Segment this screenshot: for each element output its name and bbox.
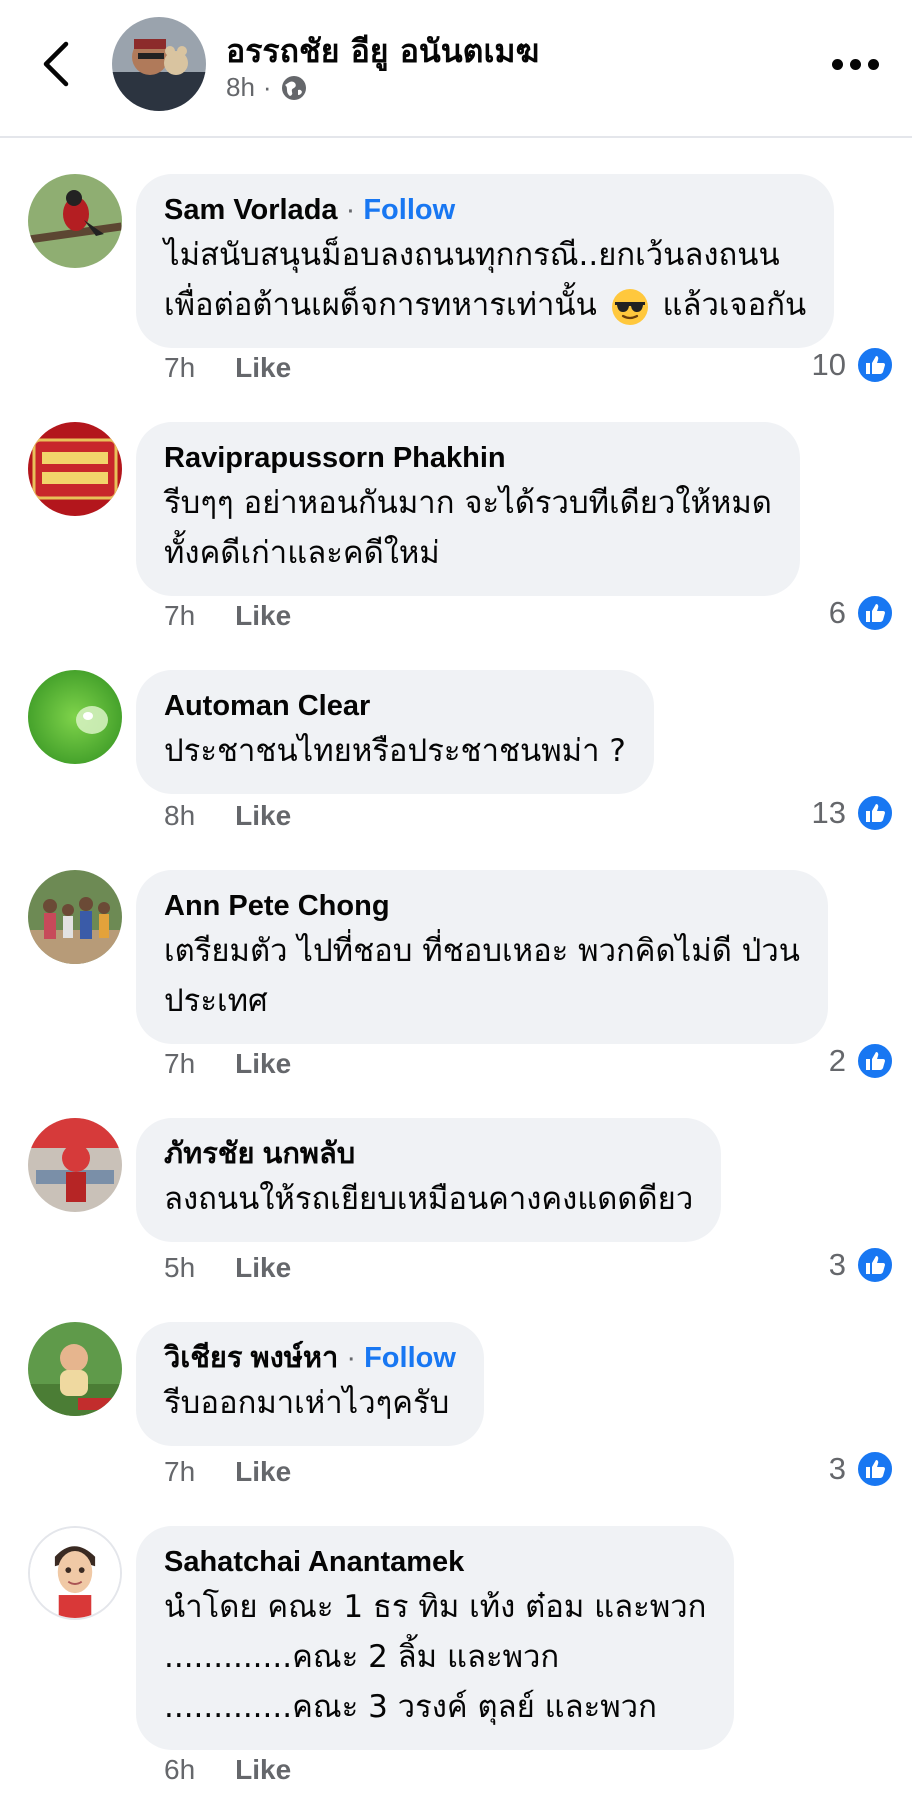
commenter-avatar[interactable] bbox=[28, 422, 122, 516]
thumbs-up-icon bbox=[856, 1042, 894, 1080]
follow-button[interactable]: Follow bbox=[364, 1342, 456, 1374]
comment-bubble[interactable]: Sahatchai Anantamek นำโดย คณะ 1 ธร ทิม เ… bbox=[136, 1526, 735, 1750]
comment-bubble[interactable]: Raviprapussorn Phakhin รีบๆๆ อย่าหอนกันม… bbox=[136, 422, 800, 596]
like-button[interactable]: Like bbox=[235, 1252, 291, 1284]
like-button[interactable]: Like bbox=[235, 352, 291, 384]
reaction-count[interactable]: 3 bbox=[829, 1246, 894, 1284]
comment-line: ประเทศ bbox=[164, 983, 268, 1019]
comment-line: รีบๆๆ อย่าหอนกันมาก จะได้รวบทีเดียวให้หม… bbox=[164, 485, 772, 521]
comment-time: 7h bbox=[164, 352, 196, 383]
thumbs-up-icon bbox=[856, 1450, 894, 1488]
commenter-name[interactable]: Sahatchai Anantamek bbox=[164, 1546, 464, 1578]
more-options-button[interactable] bbox=[832, 56, 882, 72]
comment-time: 7h bbox=[164, 600, 196, 631]
reaction-count[interactable]: 13 bbox=[812, 794, 894, 832]
thumbs-up-icon bbox=[856, 594, 894, 632]
commenter-avatar[interactable] bbox=[28, 1118, 122, 1212]
comment-line: เตรียมตัว ไปที่ชอบ ที่ชอบเหอะ พวกคิดไม่ด… bbox=[164, 933, 800, 969]
follow-button[interactable]: Follow bbox=[363, 194, 455, 226]
comment-bubble[interactable]: วิเชียร พงษ์หา · Follow รีบออกมาเห่าไวๆค… bbox=[136, 1322, 484, 1446]
like-button[interactable]: Like bbox=[235, 1048, 291, 1080]
commenter-avatar[interactable] bbox=[28, 670, 122, 764]
comment-bubble[interactable]: Ann Pete Chong เตรียมตัว ไปที่ชอบ ที่ชอบ… bbox=[136, 870, 828, 1044]
comment-line: เพื่อต่อต้านเผด็จการทหารเท่านั้น bbox=[164, 287, 597, 323]
like-button[interactable]: Like bbox=[235, 1456, 291, 1488]
sunglasses-emoji-icon bbox=[611, 288, 648, 325]
author-name[interactable]: อรรถชัย อียู อนันตเมฆ bbox=[226, 26, 539, 77]
comment-time: 7h bbox=[164, 1048, 196, 1079]
comment-line: แล้วเจอกัน bbox=[662, 287, 807, 323]
commenter-avatar[interactable] bbox=[28, 870, 122, 964]
post-meta: 8h · bbox=[226, 72, 308, 103]
commenter-avatar[interactable] bbox=[28, 1526, 122, 1620]
comment-time: 6h bbox=[164, 1754, 196, 1785]
comment-line: ทั้งคดีเก่าและคดีใหม่ bbox=[164, 535, 440, 571]
comment-bubble[interactable]: ภัทรชัย นกพลับ ลงถนนให้รถเยียบเหมือนคางค… bbox=[136, 1118, 722, 1242]
reaction-count[interactable]: 3 bbox=[829, 1450, 894, 1488]
post-time: 8h bbox=[226, 72, 255, 102]
more-horizontal-icon bbox=[832, 58, 843, 70]
author-avatar[interactable] bbox=[112, 17, 206, 111]
reaction-count[interactable]: 10 bbox=[812, 346, 894, 384]
commenter-name[interactable]: Sam Vorlada bbox=[164, 194, 338, 226]
comment-line: นำโดย คณะ 1 ธร ทิม เท้ง ต๋อม และพวก bbox=[164, 1589, 707, 1625]
comment-time: 7h bbox=[164, 1456, 196, 1487]
comment-bubble[interactable]: Automan Clear ประชาชนไทยหรือประชาชนพม่า … bbox=[136, 670, 654, 794]
commenter-name[interactable]: ภัทรชัย นกพลับ bbox=[164, 1138, 355, 1170]
post-header: อรรถชัย อียู อนันตเมฆ 8h · bbox=[0, 0, 912, 138]
comment-bubble[interactable]: Sam Vorlada · Follow ไม่สนับสนุนม็อบลงถน… bbox=[136, 174, 835, 348]
thumbs-up-icon bbox=[856, 346, 894, 384]
thumbs-up-icon bbox=[856, 1246, 894, 1284]
comment-time: 8h bbox=[164, 800, 196, 831]
thumbs-up-icon bbox=[856, 794, 894, 832]
comment-line: รีบออกมาเห่าไวๆครับ bbox=[164, 1385, 450, 1421]
commenter-avatar[interactable] bbox=[28, 174, 122, 268]
back-button[interactable] bbox=[36, 38, 76, 90]
commenter-avatar[interactable] bbox=[28, 1322, 122, 1416]
commenter-name[interactable]: Automan Clear bbox=[164, 690, 370, 722]
comment-line: ลงถนนให้รถเยียบเหมือนคางคงแดดดียว bbox=[164, 1181, 694, 1217]
commenter-name[interactable]: วิเชียร พงษ์หา bbox=[164, 1342, 338, 1374]
like-button[interactable]: Like bbox=[235, 1754, 291, 1786]
globe-icon bbox=[281, 75, 306, 100]
reaction-count[interactable]: 2 bbox=[829, 1042, 894, 1080]
reaction-count[interactable]: 6 bbox=[829, 594, 894, 632]
like-button[interactable]: Like bbox=[235, 800, 291, 832]
chevron-left-icon bbox=[43, 41, 69, 87]
commenter-name[interactable]: Ann Pete Chong bbox=[164, 890, 390, 922]
meta-separator: · bbox=[262, 72, 272, 102]
comment-time: 5h bbox=[164, 1252, 196, 1283]
comment-line: ไม่สนับสนุนม็อบลงถนนทุกกรณี..ยกเว้นลงถนน bbox=[164, 237, 780, 273]
commenter-name[interactable]: Raviprapussorn Phakhin bbox=[164, 442, 506, 474]
like-button[interactable]: Like bbox=[235, 600, 291, 632]
comment-line: .............คณะ 2 ลิ้ม และพวก bbox=[164, 1639, 560, 1675]
comment-line: ประชาชนไทยหรือประชาชนพม่า ? bbox=[164, 733, 626, 769]
comment-line: .............คณะ 3 วรงค์ ตุลย์ และพวก bbox=[164, 1689, 657, 1725]
